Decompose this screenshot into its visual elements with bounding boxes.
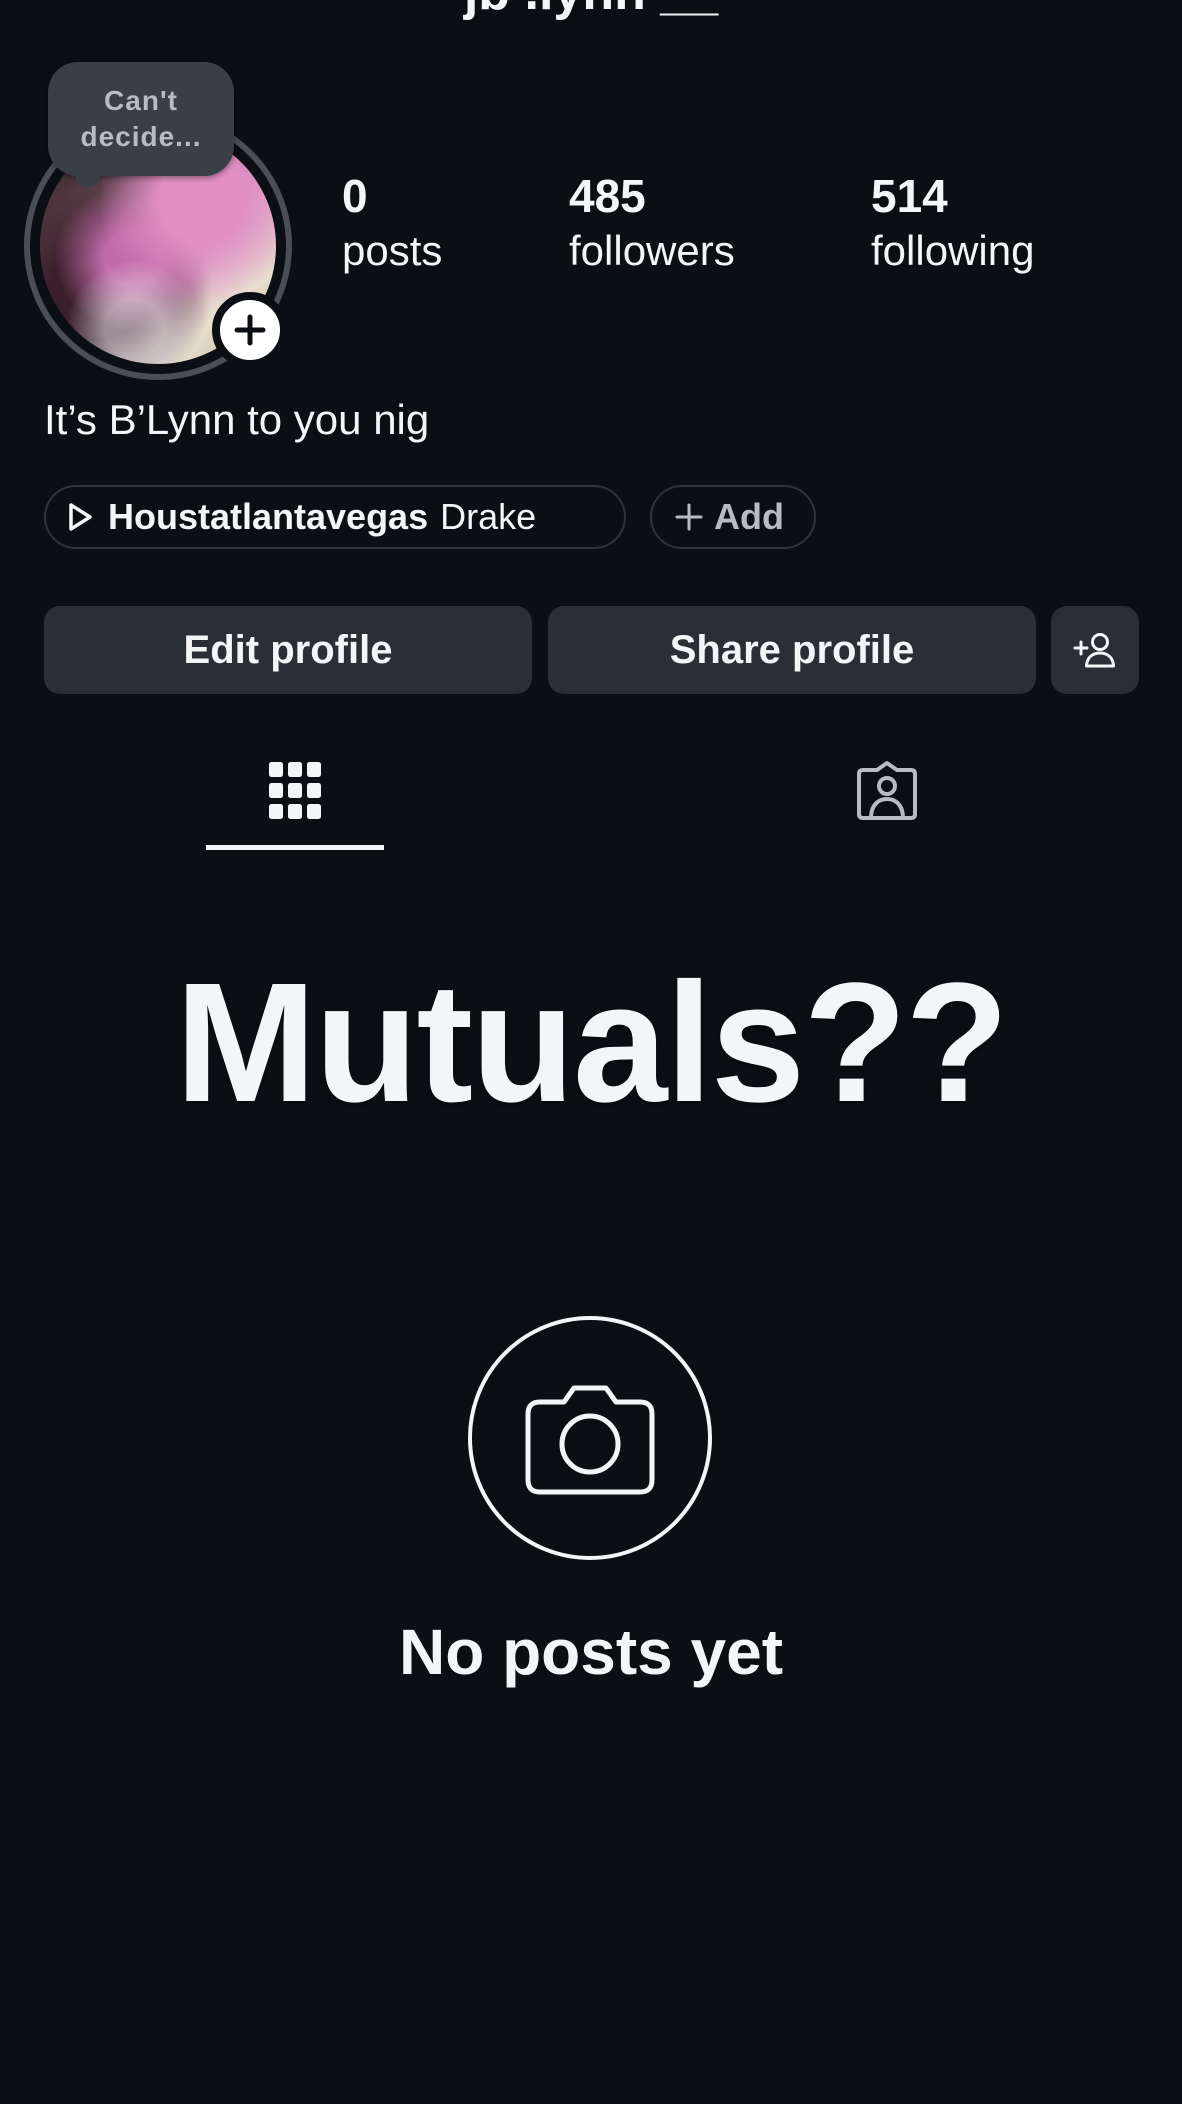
note-text: Can't decide... (80, 85, 202, 152)
posts-stat[interactable]: 0 posts (342, 168, 442, 278)
active-tab-indicator (206, 845, 384, 850)
music-artist: Drake (440, 496, 537, 537)
followers-label: followers (569, 227, 735, 274)
music-title: Houstatlantavegas (108, 496, 429, 537)
following-count: 514 (871, 170, 948, 222)
plus-icon (675, 503, 703, 531)
add-label: Add (714, 496, 784, 537)
overlay-caption: Mutuals?? (175, 948, 1009, 1138)
note-bubble-tail (76, 164, 100, 188)
no-posts-message: No posts yet (398, 1616, 784, 1688)
grid-icon (269, 762, 321, 819)
share-profile-button[interactable]: Share profile (548, 606, 1036, 694)
add-person-icon (1073, 633, 1115, 668)
add-story-button[interactable] (212, 292, 288, 368)
tab-posts-grid[interactable] (206, 740, 384, 850)
following-label: following (871, 227, 1035, 274)
discover-people-button[interactable] (1051, 606, 1139, 694)
profile-music-pill[interactable]: Houstatlantavegas Drake (44, 485, 626, 549)
add-link-button[interactable]: Add (650, 485, 816, 549)
note-bubble[interactable]: Can't decide... (48, 62, 234, 176)
posts-count: 0 (342, 170, 368, 222)
plus-icon (234, 314, 266, 346)
profile-screen: jb .lynn __ Can't decide... 0 posts 485 … (0, 0, 1182, 2104)
following-stat[interactable]: 514 following (871, 168, 1034, 278)
empty-state-camera (468, 1316, 712, 1560)
edit-profile-button[interactable]: Edit profile (44, 606, 532, 694)
tab-tagged[interactable] (798, 740, 976, 850)
tagged-person-icon (857, 761, 917, 820)
play-icon (69, 503, 92, 531)
followers-count: 485 (569, 170, 646, 222)
username-header: jb .lynn __ (0, 0, 1182, 22)
followers-stat[interactable]: 485 followers (569, 168, 735, 278)
bio-text: It’s B’Lynn to you nig (44, 396, 430, 443)
posts-label: posts (342, 227, 443, 274)
camera-icon (525, 1385, 655, 1495)
